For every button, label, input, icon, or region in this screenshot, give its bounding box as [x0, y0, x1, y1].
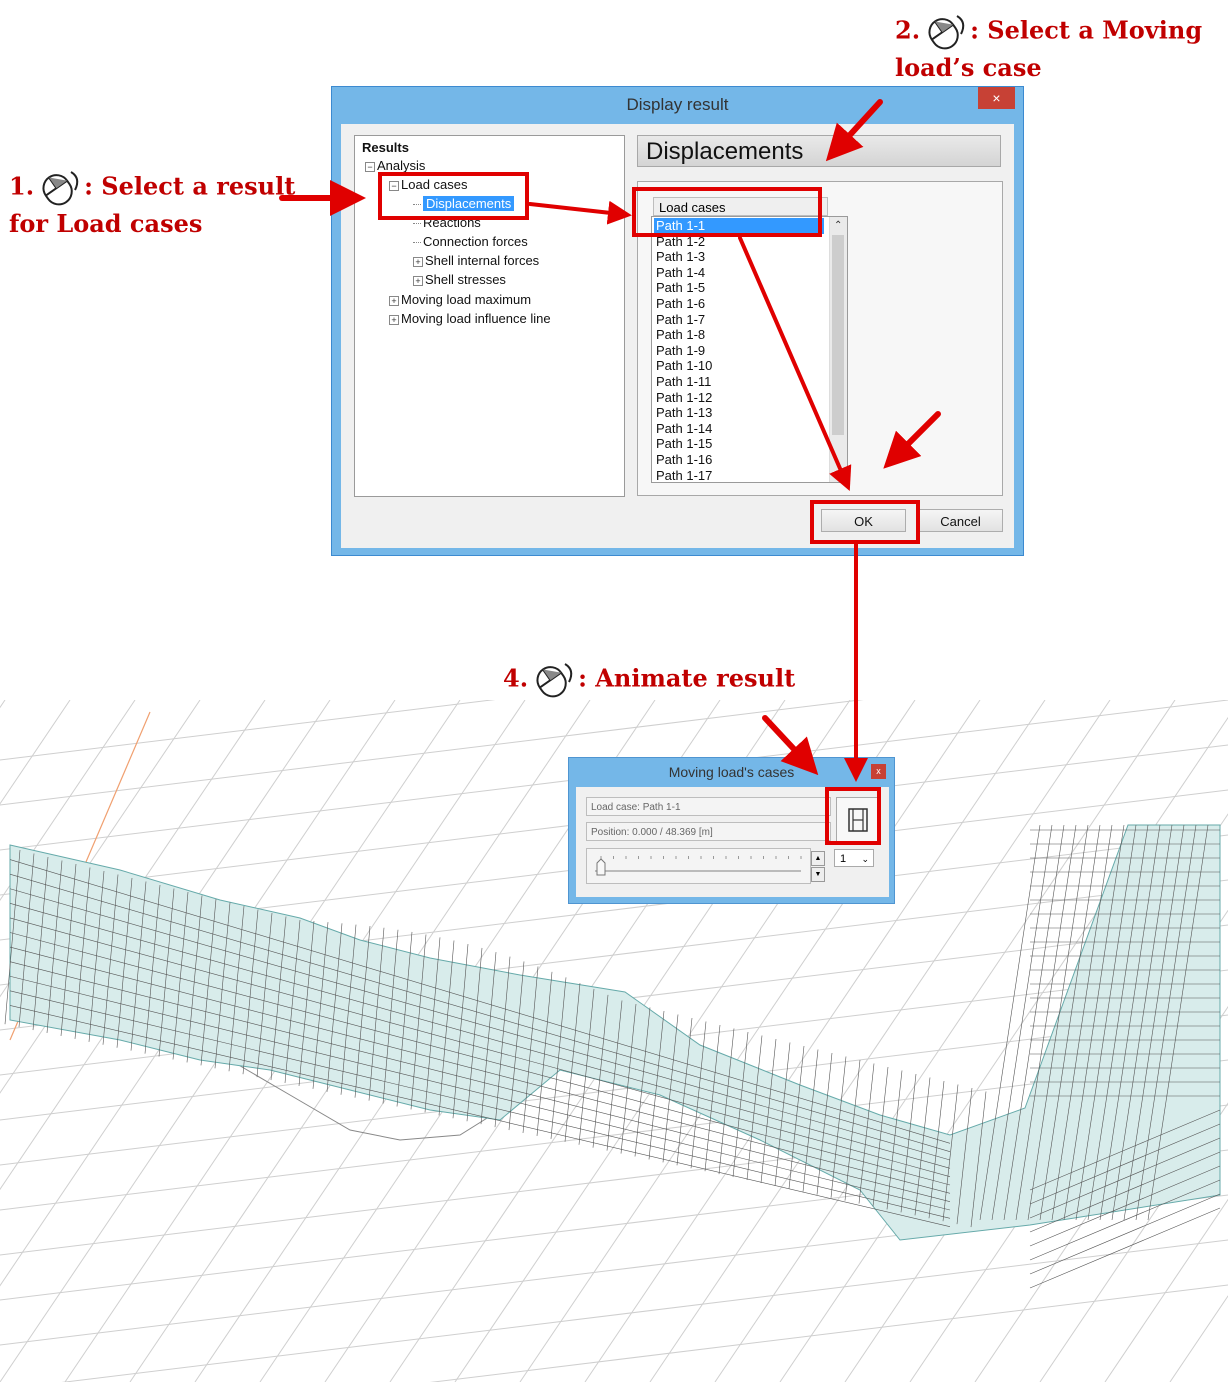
- arrow-tree-to-list: [528, 200, 632, 225]
- annotation-arrows: [279, 99, 941, 782]
- arrow-step-3: [883, 411, 941, 469]
- arrow-step-4: [762, 715, 819, 776]
- arrow-step-2: [825, 99, 883, 162]
- arrow-list-to-ok: [738, 236, 852, 492]
